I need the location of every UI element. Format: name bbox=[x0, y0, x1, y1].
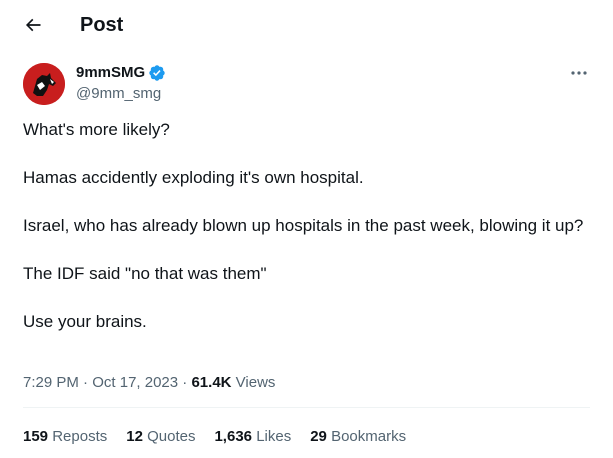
bookmarks-count: 29 bbox=[310, 428, 327, 445]
post-timestamp[interactable]: 7:29 PM · Oct 17, 2023 bbox=[23, 374, 178, 391]
likes-label: Likes bbox=[256, 428, 292, 445]
reposts-count: 159 bbox=[23, 428, 49, 445]
post-paragraph: The IDF said "no that was them" bbox=[23, 264, 267, 283]
post-paragraph: Use your brains. bbox=[23, 312, 147, 331]
views-count: 61.4K bbox=[191, 374, 232, 391]
meta-separator: · bbox=[182, 374, 188, 391]
likes-stat[interactable]: 1,636 Likes bbox=[214, 427, 291, 447]
meta-separator: · bbox=[83, 374, 89, 391]
post-date: Oct 17, 2023 bbox=[92, 374, 179, 391]
divider bbox=[23, 407, 590, 408]
bookmarks-stat[interactable]: 29 Bookmarks bbox=[310, 427, 406, 447]
reposts-stat[interactable]: 159 Reposts bbox=[23, 427, 107, 447]
reposts-label: Reposts bbox=[52, 428, 108, 445]
post-paragraph: Hamas accidently exploding it's own hosp… bbox=[23, 168, 364, 187]
post-time: 7:29 PM bbox=[23, 374, 79, 391]
arrow-left-icon bbox=[25, 18, 41, 32]
more-horizontal-icon bbox=[571, 71, 587, 75]
likes-count: 1,636 bbox=[214, 428, 253, 445]
views-label: Views bbox=[235, 374, 276, 391]
post-meta: 7:29 PM · Oct 17, 2023 · 61.4K Views bbox=[23, 373, 275, 393]
verified-badge-icon[interactable] bbox=[148, 64, 166, 82]
bookmarks-label: Bookmarks bbox=[331, 428, 407, 445]
post-header: Post bbox=[0, 0, 613, 52]
quotes-count: 12 bbox=[126, 428, 143, 445]
engagement-stats: 159 Reposts 12 Quotes 1,636 Likes 29 Boo… bbox=[23, 427, 425, 447]
page-title: Post bbox=[80, 14, 124, 36]
post-text: What's more likely? Hamas accidently exp… bbox=[23, 119, 588, 359]
display-name-row: 9mmSMG bbox=[76, 63, 166, 83]
quotes-label: Quotes bbox=[147, 428, 196, 445]
avatar-image bbox=[23, 63, 65, 105]
avatar[interactable] bbox=[23, 63, 65, 105]
author-handle[interactable]: @9mm_smg bbox=[76, 84, 166, 104]
post-paragraph: What's more likely? bbox=[23, 120, 170, 139]
back-button[interactable] bbox=[18, 10, 48, 40]
post-paragraph: Israel, who has already blown up hospita… bbox=[23, 216, 584, 235]
quotes-stat[interactable]: 12 Quotes bbox=[126, 427, 195, 447]
author-info: 9mmSMG @9mm_smg bbox=[76, 63, 166, 104]
display-name[interactable]: 9mmSMG bbox=[76, 63, 145, 83]
more-options-button[interactable] bbox=[568, 66, 590, 80]
